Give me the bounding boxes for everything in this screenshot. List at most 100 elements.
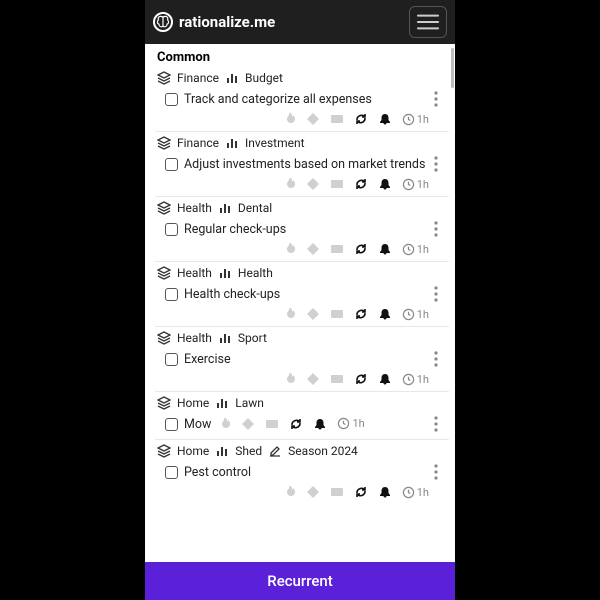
stack-icon: [157, 201, 171, 215]
stack-icon: [157, 136, 171, 150]
duration-text: 1h: [417, 373, 429, 386]
bell-icon: [378, 177, 392, 191]
stack-icon: [157, 266, 171, 280]
task-row[interactable]: Mow1h: [155, 412, 449, 436]
task-menu-button[interactable]: [427, 152, 445, 176]
diamond-icon: [306, 177, 320, 191]
repeat-icon: [354, 112, 368, 126]
menu-button[interactable]: [409, 6, 447, 38]
task-row[interactable]: Adjust investments based on market trend…: [155, 152, 449, 176]
task-row[interactable]: Track and categorize all expenses: [155, 87, 449, 111]
task-row[interactable]: Pest control: [155, 460, 449, 484]
recurrent-button[interactable]: Recurrent: [145, 562, 455, 600]
bell-icon: [378, 372, 392, 386]
bell-icon: [378, 485, 392, 499]
bars-icon: [225, 71, 239, 85]
duration: 1h: [402, 178, 429, 191]
bell-icon: [378, 242, 392, 256]
duration-text: 1h: [417, 113, 429, 126]
bars-icon: [215, 396, 229, 410]
bars-icon: [225, 136, 239, 150]
bars-icon: [218, 331, 232, 345]
flame-icon: [282, 177, 296, 191]
checkbox[interactable]: [165, 158, 178, 171]
divider: [155, 261, 449, 262]
category-1: Health: [177, 201, 212, 215]
task-meta: 1h: [217, 416, 384, 433]
task-row[interactable]: Health check-ups: [155, 282, 449, 306]
section-title: Common: [155, 48, 449, 69]
category-1: Health: [177, 266, 212, 280]
checkbox[interactable]: [165, 288, 178, 301]
task-title: Regular check-ups: [184, 222, 286, 237]
task-menu-button[interactable]: [427, 412, 445, 436]
scrollbar[interactable]: [451, 48, 454, 88]
app-shell: rationalize.me Common FinanceBudgetTrack…: [145, 0, 455, 600]
diamond-icon: [306, 112, 320, 126]
diamond-icon: [306, 372, 320, 386]
flame-icon: [282, 372, 296, 386]
duration-text: 1h: [417, 308, 429, 321]
checkbox[interactable]: [165, 466, 178, 479]
diamond-icon: [306, 242, 320, 256]
task-row[interactable]: Regular check-ups: [155, 217, 449, 241]
task-title: Exercise: [184, 352, 231, 367]
checkbox[interactable]: [165, 93, 178, 106]
checkbox[interactable]: [165, 418, 178, 431]
repeat-icon: [354, 372, 368, 386]
duration: 1h: [402, 373, 429, 386]
task-row[interactable]: Exercise: [155, 347, 449, 371]
task-breadcrumb: HomeLawn: [155, 394, 449, 412]
task-title: Pest control: [184, 465, 251, 480]
flame-icon: [282, 242, 296, 256]
card-icon: [330, 177, 344, 191]
checkbox[interactable]: [165, 353, 178, 366]
task-breadcrumb: Health Health: [155, 264, 449, 282]
hamburger-icon: [417, 14, 439, 30]
task-menu-button[interactable]: [427, 347, 445, 371]
category-2: Lawn: [235, 396, 264, 410]
task-menu-button[interactable]: [427, 217, 445, 241]
card-icon: [330, 242, 344, 256]
bars-icon: [218, 201, 232, 215]
diamond-icon: [306, 485, 320, 499]
duration: 1h: [402, 113, 429, 126]
task-meta: 1h: [155, 241, 449, 258]
brand[interactable]: rationalize.me: [153, 12, 275, 32]
duration-text: 1h: [417, 486, 429, 499]
category-2: Dental: [238, 201, 272, 215]
task-item: FinanceInvestmentAdjust investments base…: [155, 134, 449, 193]
task-item: FinanceBudgetTrack and categorize all ex…: [155, 69, 449, 128]
task-menu-button[interactable]: [427, 87, 445, 111]
divider: [155, 439, 449, 440]
repeat-icon: [354, 177, 368, 191]
task-title-wrap: Pest control: [165, 465, 251, 480]
category-1: Finance: [177, 71, 219, 85]
brain-icon: [153, 12, 173, 32]
category-2: Investment: [245, 136, 305, 150]
task-item: Health Sport Exercise 1h: [155, 329, 449, 388]
category-2: Shed: [235, 444, 262, 458]
flame-icon: [282, 112, 296, 126]
bell-icon: [313, 417, 327, 431]
diamond-icon: [306, 307, 320, 321]
task-item: HomeShedSeason 2024Pest control1h: [155, 442, 449, 501]
category-2: Health: [238, 266, 273, 280]
task-menu-button[interactable]: [427, 460, 445, 484]
task-meta: 1h: [155, 306, 449, 323]
duration-text: 1h: [352, 417, 364, 430]
checkbox[interactable]: [165, 223, 178, 236]
repeat-icon: [354, 485, 368, 499]
card-icon: [265, 417, 279, 431]
bell-icon: [378, 112, 392, 126]
card-icon: [330, 372, 344, 386]
task-item: HomeLawnMow1h: [155, 394, 449, 436]
diamond-icon: [241, 417, 255, 431]
category-extra: Season 2024: [288, 444, 358, 458]
category-1: Health: [177, 331, 212, 345]
topbar: rationalize.me: [145, 0, 455, 44]
task-breadcrumb: FinanceBudget: [155, 69, 449, 87]
task-title-wrap: Regular check-ups: [165, 222, 286, 237]
task-menu-button[interactable]: [427, 282, 445, 306]
category-2: Sport: [238, 331, 267, 345]
